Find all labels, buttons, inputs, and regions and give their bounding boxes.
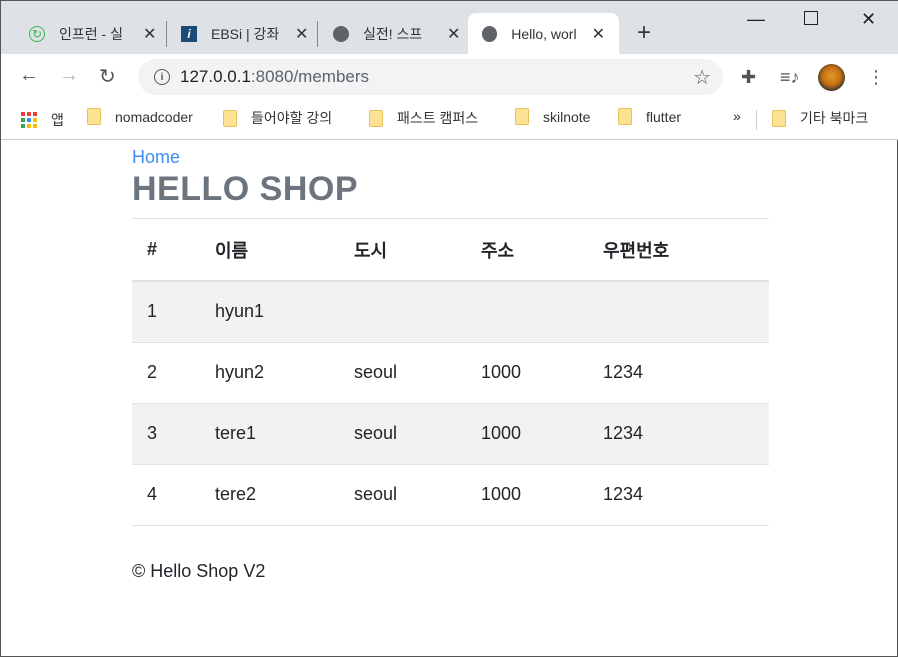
table-row: 1 hyun1: [132, 281, 769, 343]
table-cell: 1000: [466, 464, 588, 526]
folder-icon: [515, 108, 529, 125]
table-cell: [466, 281, 588, 343]
home-link[interactable]: Home: [132, 147, 769, 168]
table-cell: [588, 281, 769, 343]
info-icon[interactable]: i: [154, 69, 170, 85]
globe-icon: [482, 25, 498, 42]
toolbar: ← → ↻ i 127.0.0.1:8080/members ☆ ✚ ≡♪ ⋮: [1, 54, 898, 102]
folder-icon: [772, 109, 786, 127]
page-title: HELLO SHOP: [132, 170, 769, 219]
table-cell: hyun2: [200, 342, 339, 404]
reload-button[interactable]: ↻: [99, 64, 116, 89]
bookmarks-bar: 앱 nomadcoder 들어야할 강의 패스트 캠퍼스 skilnote fl…: [1, 102, 898, 140]
extensions-icon[interactable]: ✚: [741, 67, 756, 88]
table-cell: hyun1: [200, 281, 339, 343]
tab-inflearn[interactable]: ↻ 인프런 - 실 ✕: [29, 13, 156, 54]
column-header: 이름: [200, 219, 339, 282]
footer: © Hello Shop V2: [132, 560, 266, 581]
bookmark-fastcampus[interactable]: 패스트 캠퍼스: [369, 108, 478, 128]
column-header: 주소: [466, 219, 588, 282]
bookmark-star-icon[interactable]: ☆: [693, 65, 711, 90]
table-cell: 1000: [466, 403, 588, 465]
close-tab-icon[interactable]: ✕: [447, 24, 460, 44]
tab-strip: ↻ 인프런 - 실 ✕ i EBSi | 강좌 ✕ 실전! 스프 ✕ Hello…: [1, 1, 898, 54]
column-header: #: [132, 219, 200, 282]
new-tab-button[interactable]: +: [637, 19, 651, 47]
back-button[interactable]: ←: [19, 64, 39, 87]
close-tab-icon[interactable]: ✕: [143, 24, 156, 44]
bookmark-skilnote[interactable]: skilnote: [515, 108, 590, 125]
table-cell: tere1: [200, 403, 339, 465]
minimize-button[interactable]: —: [747, 9, 765, 30]
table-row: 3 tere1 seoul 1000 1234: [132, 403, 769, 465]
close-window-button[interactable]: ✕: [861, 9, 876, 30]
page-content: Home HELLO SHOP # 이름 도시 주소 우편번호 1 hyun1 2 h…: [132, 141, 769, 582]
members-table: # 이름 도시 주소 우편번호 1 hyun1 2 hyun2 seoul 1000 123…: [132, 219, 769, 526]
table-cell: tere2: [200, 464, 339, 526]
ebsi-icon: i: [181, 25, 197, 42]
table-cell: 1234: [588, 403, 769, 465]
table-cell: 1234: [588, 464, 769, 526]
bookmarks-overflow-button[interactable]: »: [733, 108, 741, 124]
table-cell: 3: [132, 403, 200, 465]
table-row: 4 tere2 seoul 1000 1234: [132, 464, 769, 526]
close-tab-icon[interactable]: ✕: [592, 24, 605, 44]
media-control-icon[interactable]: ≡♪: [780, 67, 800, 88]
tab-ebsi[interactable]: i EBSi | 강좌 ✕: [181, 13, 308, 54]
bookmark-lectures[interactable]: 들어야할 강의: [223, 108, 332, 128]
bookmark-other[interactable]: 기타 북마크: [772, 108, 868, 128]
bookmark-flutter[interactable]: flutter: [618, 108, 681, 125]
table-cell: seoul: [339, 342, 466, 404]
folder-icon: [223, 109, 237, 127]
table-cell: 1234: [588, 342, 769, 404]
tab-hello-world[interactable]: Hello, worl ✕: [468, 13, 619, 54]
table-cell: [339, 281, 466, 343]
inflearn-icon: ↻: [29, 25, 45, 42]
address-bar[interactable]: i 127.0.0.1:8080/members ☆: [138, 59, 723, 95]
table-cell: 1000: [466, 342, 588, 404]
table-row: 2 hyun2 seoul 1000 1234: [132, 342, 769, 404]
folder-icon: [87, 108, 101, 125]
table-cell: 1: [132, 281, 200, 343]
table-cell: seoul: [339, 403, 466, 465]
folder-icon: [369, 109, 383, 127]
bookmark-nomadcoder[interactable]: nomadcoder: [87, 108, 193, 125]
tab-spring[interactable]: 실전! 스프 ✕: [333, 13, 460, 54]
table-cell: seoul: [339, 464, 466, 526]
bookmark-apps[interactable]: 앱: [21, 110, 64, 130]
column-header: 우편번호: [588, 219, 769, 282]
profile-avatar[interactable]: [818, 64, 845, 91]
globe-icon: [333, 25, 349, 42]
apps-icon: [21, 112, 37, 128]
column-header: 도시: [339, 219, 466, 282]
menu-icon[interactable]: ⋮: [867, 67, 885, 88]
close-tab-icon[interactable]: ✕: [295, 24, 308, 44]
maximize-button[interactable]: [804, 11, 818, 25]
folder-icon: [618, 108, 632, 125]
table-cell: 2: [132, 342, 200, 404]
forward-button: →: [59, 64, 79, 86]
table-cell: 4: [132, 464, 200, 526]
